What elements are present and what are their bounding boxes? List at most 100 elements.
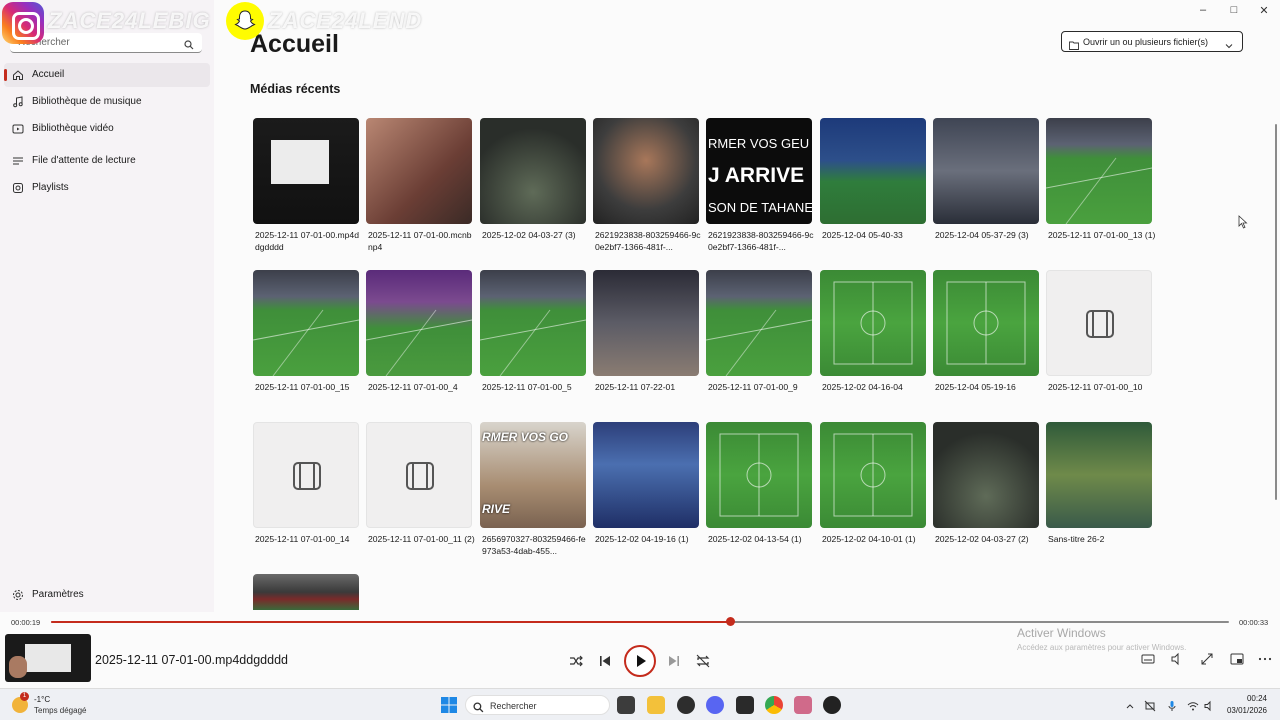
task-view-icon[interactable] [617, 696, 635, 714]
media-tile[interactable] [253, 118, 359, 224]
media-tile[interactable] [366, 422, 472, 528]
previous-button[interactable] [595, 651, 615, 671]
clock-date[interactable]: 03/01/2026 [1221, 706, 1267, 715]
clock-time[interactable]: 00:24 [1221, 694, 1267, 703]
media-caption: 2025-12-11 07-01-00_5 [482, 382, 572, 392]
shuffle-button[interactable] [566, 651, 586, 671]
media-caption: 2025-12-04 05-37-29 (3) [935, 230, 1029, 240]
start-button[interactable] [440, 696, 458, 714]
wifi-icon[interactable] [1187, 699, 1199, 711]
search-icon[interactable] [184, 37, 194, 55]
elapsed-time: 00:00:19 [11, 618, 41, 627]
media-tile[interactable] [820, 118, 926, 224]
media-player-window: Rechercher Accueil Bibliothèque de musiq… [0, 0, 1280, 688]
sidebar-item-playlists[interactable]: Playlists [4, 176, 210, 200]
subtitles-button[interactable] [1140, 651, 1160, 671]
seek-progress [51, 621, 730, 623]
epic-games-icon[interactable] [736, 696, 754, 714]
media-caption: 2025-12-11 07-01-00.mp4ddgdddd [255, 230, 359, 252]
skip-back-icon [600, 656, 610, 666]
media-tile[interactable] [933, 422, 1039, 528]
play-button[interactable] [624, 645, 656, 677]
seek-slider[interactable] [51, 617, 1229, 626]
microphone-icon[interactable] [1166, 699, 1178, 711]
media-player-taskbar-icon[interactable] [823, 696, 841, 714]
fullscreen-button[interactable] [1199, 651, 1219, 671]
sidebar-item-label: Bibliothèque vidéo [32, 123, 114, 134]
media-tile[interactable] [253, 574, 359, 610]
more-icon [1258, 657, 1272, 661]
sidebar-item-label: Bibliothèque de musique [32, 96, 142, 107]
close-button[interactable]: ✕ [1257, 4, 1271, 18]
now-playing-title: 2025-12-11 07-01-00.mp4ddgdddd [95, 653, 288, 667]
media-tile[interactable] [366, 270, 472, 376]
more-options-button[interactable] [1257, 651, 1277, 671]
media-caption: 2025-12-02 04-13-54 (1) [708, 534, 802, 544]
discord-icon[interactable] [706, 696, 724, 714]
media-caption: 2025-12-04 05-40-33 [822, 230, 903, 240]
pitch-lines [480, 309, 586, 376]
media-caption: 2025-12-02 04-16-04 [822, 382, 903, 392]
media-caption: Sans-titre 26-2 [1048, 534, 1105, 544]
media-tile[interactable] [1046, 422, 1152, 528]
obs-icon[interactable] [677, 696, 695, 714]
media-tile[interactable] [933, 118, 1039, 224]
subtitles-icon [1141, 654, 1155, 664]
sidebar-item-queue[interactable]: File d'attente de lecture [4, 149, 210, 173]
file-explorer-icon[interactable] [647, 696, 665, 714]
settings-button[interactable]: Paramètres [4, 583, 210, 607]
media-tile[interactable] [706, 422, 812, 528]
media-tile[interactable] [593, 422, 699, 528]
open-files-button[interactable]: Ouvrir un ou plusieurs fichier(s) [1061, 31, 1243, 52]
scrollbar[interactable] [1275, 124, 1277, 500]
media-tile[interactable] [820, 270, 926, 376]
chrome-icon[interactable] [765, 696, 783, 714]
volume-button[interactable] [1169, 651, 1189, 671]
media-caption: 2025-12-11 07-01-00_4 [368, 382, 458, 392]
shuffle-icon [570, 655, 583, 667]
media-tile[interactable] [366, 118, 472, 224]
pitch-lines [253, 309, 359, 376]
media-tile[interactable] [933, 270, 1039, 376]
media-tile[interactable] [480, 118, 586, 224]
seek-thumb[interactable] [725, 617, 735, 626]
media-tile[interactable] [480, 270, 586, 376]
photos-icon[interactable] [794, 696, 812, 714]
sidebar-item-label: Accueil [32, 69, 65, 80]
home-icon [12, 68, 26, 82]
chevron-down-icon[interactable] [1225, 37, 1233, 55]
now-playing-thumbnail[interactable] [5, 634, 91, 682]
taskbar-search-label: Rechercher [490, 701, 537, 711]
minimize-button[interactable]: – [1196, 4, 1210, 18]
recent-media-title: Médias récents [250, 82, 341, 96]
maximize-button[interactable]: □ [1227, 4, 1241, 18]
media-tile[interactable] [706, 270, 812, 376]
media-tile[interactable] [1046, 118, 1152, 224]
weather-badge: 1 [20, 692, 29, 701]
media-tile[interactable]: RMER VOS GO RIVE [480, 422, 586, 528]
speaker-icon[interactable] [1203, 699, 1215, 712]
media-tile[interactable] [593, 270, 699, 376]
playlist-icon [12, 181, 26, 195]
media-tile[interactable] [253, 270, 359, 376]
mini-player-button[interactable] [1229, 651, 1249, 671]
media-tile[interactable]: RMER VOS GEU J ARRIVE SON DE TAHANE [706, 118, 812, 224]
media-caption: 2025-12-02 04-03-27 (2) [935, 534, 1029, 544]
queue-icon [12, 154, 26, 168]
sidebar-item-video[interactable]: Bibliothèque vidéo [4, 117, 210, 141]
media-caption: 2025-12-11 07-01-00_15 [255, 382, 350, 392]
sidebar-item-accueil[interactable]: Accueil [4, 63, 210, 87]
total-duration: 00:00:33 [1239, 618, 1269, 627]
no-notification-icon[interactable] [1144, 699, 1156, 712]
next-button[interactable] [664, 651, 684, 671]
repeat-button[interactable] [693, 651, 713, 671]
sidebar-item-music[interactable]: Bibliothèque de musique [4, 90, 210, 114]
open-files-label: Ouvrir un ou plusieurs fichier(s) [1083, 37, 1209, 47]
search-input[interactable]: Rechercher [10, 33, 202, 53]
media-tile[interactable] [593, 118, 699, 224]
media-tile[interactable] [820, 422, 926, 528]
taskbar-search[interactable]: Rechercher [465, 695, 610, 715]
media-tile[interactable] [253, 422, 359, 528]
media-tile[interactable] [1046, 270, 1152, 376]
chevron-up-icon[interactable] [1124, 699, 1136, 711]
